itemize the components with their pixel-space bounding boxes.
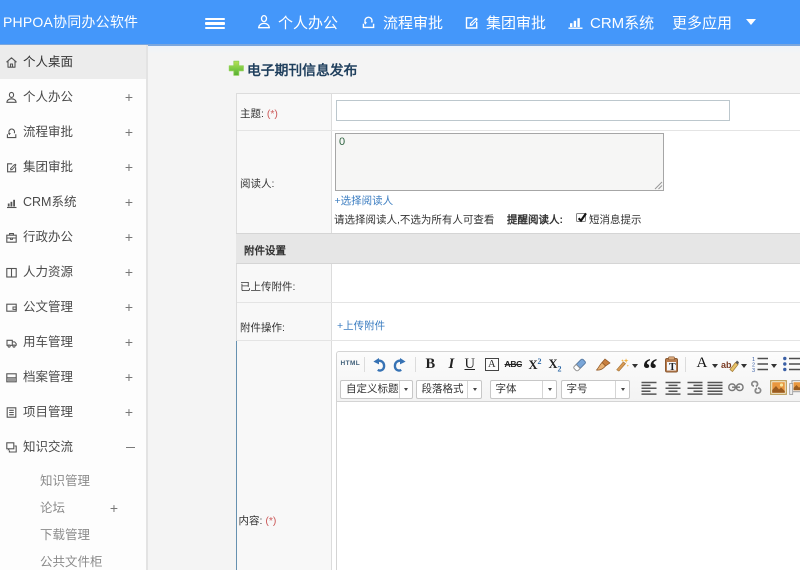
svg-text:3: 3 — [752, 368, 755, 372]
svg-text:T: T — [669, 362, 676, 373]
